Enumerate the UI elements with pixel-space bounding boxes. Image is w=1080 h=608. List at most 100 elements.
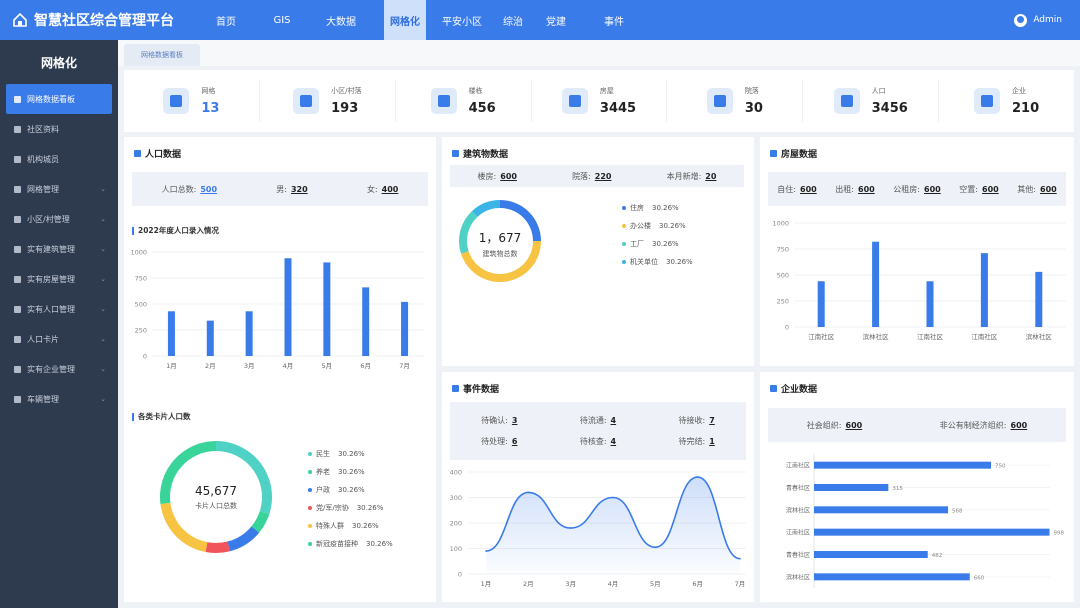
stat-village[interactable]: 小区/村落 193 bbox=[260, 80, 396, 122]
nav-grid[interactable]: 网格化 bbox=[384, 0, 426, 40]
sidebar-item-label: 人口卡片 bbox=[27, 334, 59, 344]
legend-item[interactable]: 新冠疫苗接种 30.26% bbox=[308, 535, 393, 553]
bar bbox=[1035, 271, 1043, 327]
stat-population[interactable]: 人口 3456 bbox=[803, 80, 940, 122]
value[interactable]: 220 bbox=[595, 172, 612, 181]
tab-grid-dashboard[interactable]: 网格数据看板 bbox=[124, 44, 200, 66]
legend-dot bbox=[308, 488, 312, 492]
value[interactable]: 600 bbox=[1040, 185, 1057, 194]
value[interactable]: 6 bbox=[512, 437, 518, 446]
value[interactable]: 1 bbox=[709, 437, 715, 446]
y-tick-label: 250 bbox=[777, 298, 789, 306]
value[interactable]: 4 bbox=[611, 437, 617, 446]
legend-item[interactable]: 办公楼 30.26% bbox=[622, 217, 693, 235]
legend-item[interactable]: 住房 30.26% bbox=[622, 199, 693, 217]
stat-value: 3445 bbox=[599, 101, 637, 116]
legend-item[interactable]: 民生 30.26% bbox=[308, 445, 393, 463]
sidebar-item-village-management[interactable]: 小区/村管理 ⌄ bbox=[6, 204, 112, 234]
panel-title-text: 人口数据 bbox=[145, 150, 182, 160]
value[interactable]: 3 bbox=[512, 416, 518, 425]
value[interactable]: 500 bbox=[200, 185, 217, 194]
sidebar-item-enterprise-management[interactable]: 实有企业管理 ⌄ bbox=[6, 354, 112, 384]
value[interactable]: 320 bbox=[291, 185, 308, 194]
card-donut-center: 45,677 卡片人口总数 bbox=[176, 484, 256, 511]
legend-item[interactable]: 机关单位 30.26% bbox=[622, 253, 693, 271]
sidebar-item-community-info[interactable]: 社区资料 bbox=[6, 114, 112, 144]
legend-pct: 30.26% bbox=[356, 504, 384, 512]
nav-party[interactable]: 党建 bbox=[528, 0, 584, 40]
stat-grid[interactable]: 网格 13 bbox=[124, 80, 260, 122]
value[interactable]: 600 bbox=[1011, 421, 1028, 430]
house-public-rental: 公租房: 600 bbox=[893, 184, 940, 195]
value[interactable]: 600 bbox=[500, 172, 517, 181]
y-tick-label: 1000 bbox=[772, 220, 789, 228]
nav-governance[interactable]: 综治 bbox=[498, 0, 528, 40]
legend-item[interactable]: 特殊人群 30.26% bbox=[308, 517, 393, 535]
sidebar-item-grid-dashboard[interactable]: 网格数据看板 bbox=[6, 84, 112, 114]
sidebar-item-org-members[interactable]: 机构城员 bbox=[6, 144, 112, 174]
bar bbox=[814, 528, 1050, 536]
legend-dot bbox=[308, 470, 312, 474]
bar bbox=[245, 311, 253, 356]
y-tick-label: 100 bbox=[450, 545, 462, 553]
y-tick-label: 500 bbox=[135, 301, 147, 309]
label: 男: bbox=[276, 184, 287, 194]
x-tick-label: 1月 bbox=[481, 580, 492, 588]
sidebar-item-grid-management[interactable]: 网格管理 ⌄ bbox=[6, 174, 112, 204]
data-label: 482 bbox=[932, 553, 943, 559]
value[interactable]: 20 bbox=[705, 172, 716, 181]
label: 待完结: bbox=[678, 437, 706, 446]
user-menu[interactable]: Admin bbox=[1014, 0, 1062, 40]
stat-building[interactable]: 楼栋 456 bbox=[396, 80, 532, 122]
sidebar-item-building-management[interactable]: 实有建筑管理 ⌄ bbox=[6, 234, 112, 264]
x-tick-label: 滨林社区 bbox=[863, 332, 890, 341]
nav-home[interactable]: 首页 bbox=[198, 0, 254, 40]
app-title: 智慧社区综合管理平台 bbox=[34, 13, 174, 29]
stat-house[interactable]: 房屋 3445 bbox=[532, 80, 668, 122]
nav-events[interactable]: 事件 bbox=[584, 0, 644, 40]
building-panel: 建筑物数据 楼房: 600 院落: 220 本月新增: 20 1，677 建筑物总数 住… bbox=[442, 137, 754, 366]
value[interactable]: 400 bbox=[382, 185, 399, 194]
stat-value: 456 bbox=[468, 101, 496, 116]
legend-item[interactable]: 养老 30.26% bbox=[308, 463, 393, 481]
stat-courtyard[interactable]: 院落 30 bbox=[667, 80, 804, 122]
building-caption: 建筑物总数 bbox=[482, 250, 518, 258]
legend-name: 户政 bbox=[316, 486, 330, 494]
value[interactable]: 600 bbox=[924, 185, 941, 194]
data-point bbox=[696, 476, 699, 478]
legend-item[interactable]: 户政 30.26% bbox=[308, 481, 393, 499]
nav-gis[interactable]: GIS bbox=[254, 0, 310, 40]
value[interactable]: 600 bbox=[858, 185, 875, 194]
sidebar-item-population-card[interactable]: 人口卡片 ⌄ bbox=[6, 324, 112, 354]
value[interactable]: 600 bbox=[846, 421, 863, 430]
x-tick-label: 3月 bbox=[565, 580, 576, 588]
label: 人口总数: bbox=[161, 184, 197, 194]
bar bbox=[401, 301, 409, 356]
event-pending-verify: 待核查: 4 bbox=[549, 436, 647, 447]
label: 待核查: bbox=[579, 437, 607, 446]
nav-safe-community[interactable]: 平安小区 bbox=[426, 0, 498, 40]
y-tick-label: 1000 bbox=[130, 249, 147, 257]
value[interactable]: 7 bbox=[709, 416, 715, 425]
donut-slice bbox=[227, 526, 260, 552]
total-population: 人口总数: 500 bbox=[162, 184, 217, 195]
car-icon bbox=[14, 395, 21, 403]
stat-enterprise[interactable]: 企业 210 bbox=[939, 80, 1074, 122]
legend-item[interactable]: 工厂 30.26% bbox=[622, 235, 693, 253]
tab-bar: 网格数据看板 bbox=[118, 40, 1080, 66]
x-tick-label: 1月 bbox=[166, 362, 177, 370]
bar bbox=[814, 461, 991, 469]
label: 女: bbox=[366, 184, 378, 194]
value[interactable]: 4 bbox=[611, 416, 617, 425]
sidebar-item-population-management[interactable]: 实有人口管理 ⌄ bbox=[6, 294, 112, 324]
sidebar-item-house-management[interactable]: 实有房屋管理 ⌄ bbox=[6, 264, 112, 294]
value[interactable]: 600 bbox=[800, 185, 817, 194]
legend-dot bbox=[622, 242, 626, 246]
y-tick-label: 青春社区 bbox=[786, 551, 810, 559]
value[interactable]: 600 bbox=[982, 185, 999, 194]
app-logo[interactable]: 智慧社区综合管理平台 bbox=[12, 0, 174, 40]
legend-item[interactable]: 党/军/宗协 30.26% bbox=[308, 499, 393, 517]
nav-bigdata[interactable]: 大数据 bbox=[310, 0, 372, 40]
sidebar-item-vehicle-management[interactable]: 车辆管理 ⌄ bbox=[6, 384, 112, 414]
x-tick-label: 7月 bbox=[399, 362, 410, 370]
